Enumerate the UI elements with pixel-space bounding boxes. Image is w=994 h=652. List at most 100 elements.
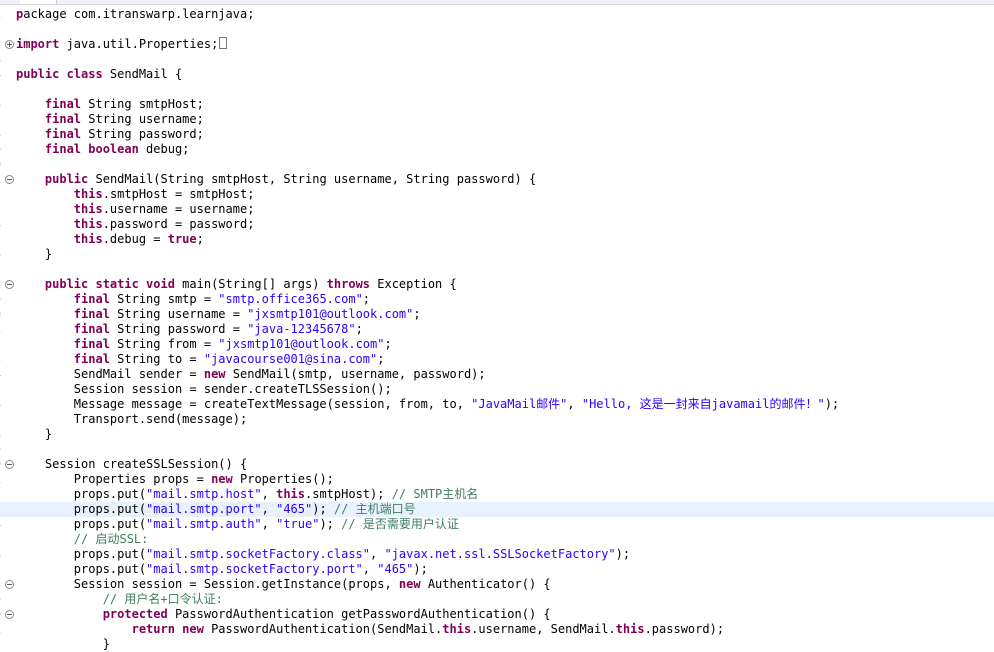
code-line[interactable]: 4 public class SendMail { <box>0 67 994 82</box>
code-line[interactable]: 1 return new PasswordAuthentication(Send… <box>0 622 994 637</box>
code-line[interactable]: 3 import java.util.Properties; <box>0 37 994 52</box>
line-number: 6 <box>0 547 1 562</box>
line-number: 7 <box>0 562 1 577</box>
collapse-fold-icon[interactable] <box>5 280 14 289</box>
code-line[interactable]: 0 final String username = "jxsmtp101@out… <box>0 307 994 322</box>
string-token: "true" <box>276 517 320 531</box>
code-token: Exception { <box>370 277 457 291</box>
code-token: props.put( <box>16 487 147 501</box>
code-line[interactable]: 9 // 用户名+口令认证: <box>0 592 994 607</box>
code-line[interactable]: 5 <box>0 82 994 97</box>
code-line[interactable]: 8 Session session = Session.getInstance(… <box>0 577 994 592</box>
line-number: 7 <box>0 262 1 277</box>
code-line[interactable]: 4 props.put("mail.smtp.auth", "true"); /… <box>0 517 994 532</box>
code-token: .password = password; <box>102 217 255 231</box>
keyword-token: this <box>442 622 472 636</box>
code-text: // 用户名+口令认证: <box>16 592 223 607</box>
line-gutter: 9 <box>0 442 14 457</box>
keyword-token: final <box>73 352 110 366</box>
collapse-fold-icon[interactable] <box>5 175 14 184</box>
code-line[interactable]: 5 this.debug = true; <box>0 232 994 247</box>
code-token: .smtpHost); <box>305 487 392 501</box>
code-line[interactable]: 0 protected PasswordAuthentication getPa… <box>0 607 994 622</box>
code-line[interactable]: 1 package com.itranswarp.learnjava; <box>0 7 994 22</box>
current-line[interactable]: 3 props.put("mail.smtp.port", "465"); //… <box>0 502 994 517</box>
code-line[interactable]: 8 final String password; <box>0 127 994 142</box>
code-line[interactable]: 4 SendMail sender = new SendMail(smtp, u… <box>0 367 994 382</box>
line-gutter: 4 <box>0 67 14 82</box>
code-line[interactable]: 1 public SendMail(String smtpHost, Strin… <box>0 172 994 187</box>
code-line[interactable]: 2 } <box>0 637 994 652</box>
line-number: 1 <box>0 7 1 22</box>
keyword-token: this <box>73 187 103 201</box>
code-line[interactable]: 5 // 启动SSL: <box>0 532 994 547</box>
editor-tab[interactable] <box>20 0 57 4</box>
expand-fold-icon[interactable] <box>5 40 14 49</box>
code-line[interactable]: 4 this.password = password; <box>0 217 994 232</box>
line-number: 9 <box>0 592 1 607</box>
code-token: ; <box>196 232 204 246</box>
code-text: Message message = createTextMessage(sess… <box>16 397 839 412</box>
code-text: } <box>16 427 52 442</box>
line-gutter: 1 <box>0 7 14 22</box>
line-gutter: 5 <box>0 532 14 547</box>
line-number: 6 <box>0 247 1 262</box>
code-line[interactable]: 9 final String smtp = "smtp.office365.co… <box>0 292 994 307</box>
code-lines[interactable]: 1package com.itranswarp.learnjava;23impo… <box>0 7 994 652</box>
line-gutter: 9 <box>0 592 14 607</box>
code-line[interactable]: 8 public static void main(String[] args)… <box>0 277 994 292</box>
code-token: ); <box>413 562 428 576</box>
code-line[interactable]: 3 final String to = "javacourse001@sina.… <box>0 352 994 367</box>
code-text: Transport.send(message); <box>16 412 247 427</box>
code-line[interactable]: 7 props.put("mail.smtp.socketFactory.por… <box>0 562 994 577</box>
collapse-fold-icon[interactable] <box>5 580 14 589</box>
collapse-fold-icon[interactable] <box>5 460 14 469</box>
code-line[interactable]: 2 this.smtpHost = smtpHost; <box>0 187 994 202</box>
code-line[interactable]: 6 Message message = createTextMessage(se… <box>0 397 994 412</box>
code-line[interactable]: 7 Transport.send(message); <box>0 412 994 427</box>
collapsed-imports-indicator[interactable] <box>219 37 228 49</box>
code-line[interactable]: 2 final String from = "jxsmtp101@outlook… <box>0 337 994 352</box>
code-token: String username = <box>109 307 248 321</box>
line-number: 9 <box>0 142 1 157</box>
code-token: , <box>261 502 277 516</box>
code-line[interactable]: 3 this.username = username; <box>0 202 994 217</box>
code-token: Session session = Session.getInstance(pr… <box>16 577 399 591</box>
code-line[interactable]: 7 <box>0 262 994 277</box>
code-line[interactable]: 6 } <box>0 247 994 262</box>
java-code-editor[interactable]: 1package com.itranswarp.learnjava;23impo… <box>0 0 994 652</box>
collapse-fold-icon[interactable] <box>5 610 14 619</box>
code-line[interactable]: 9 <box>0 442 994 457</box>
code-text: final String password; <box>16 127 204 142</box>
line-number: 2 <box>0 187 1 202</box>
code-line[interactable]: 1 Properties props = new Properties(); <box>0 472 994 487</box>
code-line[interactable]: 8 } <box>0 427 994 442</box>
code-token: String from = <box>109 337 219 351</box>
code-token: ; <box>413 307 421 321</box>
code-line[interactable]: 7 final String username; <box>0 112 994 127</box>
code-line[interactable]: 2 <box>0 22 994 37</box>
code-line[interactable]: 5 Session session = sender.createTLSSess… <box>0 382 994 397</box>
line-gutter: 2 <box>0 187 14 202</box>
string-token: "javax.net.ssl.SSLSocketFactory" <box>384 547 616 561</box>
code-line[interactable]: 9 final boolean debug; <box>0 142 994 157</box>
keyword-token: new <box>203 367 226 381</box>
code-line[interactable]: 1 final String password = "java-12345678… <box>0 322 994 337</box>
code-line[interactable]: 6 props.put("mail.smtp.socketFactory.cla… <box>0 547 994 562</box>
line-number: 8 <box>0 127 1 142</box>
keyword-token: this <box>73 232 103 246</box>
code-token: String smtpHost; <box>81 97 204 111</box>
code-token: java.util.Properties; <box>59 37 219 51</box>
code-token: smtpHost <box>109 187 168 201</box>
code-line[interactable]: 6 final String smtpHost; <box>0 97 994 112</box>
code-line[interactable]: 0 <box>0 157 994 172</box>
code-line[interactable]: 8 <box>0 52 994 67</box>
line-number: 2 <box>0 22 1 37</box>
string-token: "javacourse001@sina.com" <box>203 352 378 366</box>
keyword-token: protected <box>102 607 168 621</box>
line-gutter: 6 <box>0 97 14 112</box>
code-line[interactable]: 0 Session createSSLSession() { <box>0 457 994 472</box>
code-line[interactable]: 2 props.put("mail.smtp.host", this.smtpH… <box>0 487 994 502</box>
